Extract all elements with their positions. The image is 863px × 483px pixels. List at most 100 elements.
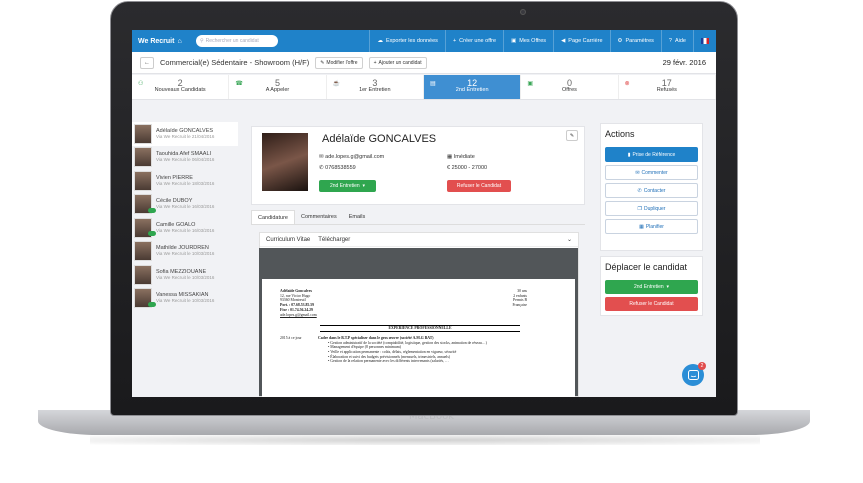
french-flag-icon (701, 38, 709, 44)
app-logo[interactable]: We Recruit ⌂ (132, 38, 196, 45)
pdf-viewer[interactable]: Adélaïde Goncalves 12, rue Victor Hugo 9… (259, 248, 578, 397)
chevron-down-icon[interactable]: ⌄ (567, 236, 572, 243)
candidate-item[interactable]: Sofia MEZZIOUANE Via We Recruit le 10/03/… (132, 263, 238, 287)
back-button[interactable]: ← (140, 56, 154, 69)
comment-button[interactable]: ✉ Commenter (605, 165, 698, 180)
download-link[interactable]: Télécharger (318, 237, 350, 243)
cv-title: Curriculum Vitae (266, 236, 311, 243)
stage-dropdown-button[interactable]: 2nd Entretien ▾ (319, 180, 376, 192)
nav-label: Exporter les données (385, 38, 438, 44)
action-label: Commenter (641, 169, 668, 176)
caret-down-icon: ▾ (362, 183, 366, 189)
laptop-shadow (90, 435, 760, 445)
candidate-phone[interactable]: ✆ 0768538559 (319, 165, 356, 171)
nav-settings[interactable]: ⚙ Paramètres (609, 30, 661, 52)
megaphone-icon: ◀ (561, 38, 566, 44)
candidate-meta: Via We Recruit le 16/03/2016 (156, 227, 215, 233)
briefcase-icon: ▣ (511, 38, 517, 44)
nav-export[interactable]: ☁ Exporter les données (369, 30, 444, 52)
stage-rejected[interactable]: ⊗ 17 Refusés (619, 75, 716, 99)
avatar (134, 241, 152, 262)
pencil-icon: ✎ (320, 59, 325, 66)
stage-to-call[interactable]: ☎ 5 A Appeler (229, 75, 327, 99)
caret-down-icon: ▾ (666, 284, 670, 290)
phone-card-icon: ☎ (235, 81, 243, 87)
stage-count: 5 (274, 78, 280, 88)
edit-offer-label: Modifier l'offre (326, 59, 358, 66)
reference-check-button[interactable]: ▮ Prise de Référence (605, 147, 698, 162)
calendar-icon: ▦ (447, 154, 454, 160)
tab-emails[interactable]: Emails (343, 210, 372, 224)
candidate-photo (262, 133, 308, 191)
cv-bullet: • Gestion de la relation permanente avec… (328, 359, 449, 364)
cv-email: ade.lopes.g@gmail.com (280, 312, 317, 317)
status-badge (148, 207, 156, 213)
candidate-item[interactable]: Vanessa MISSAKIAN Via We Recruit le 10/03… (132, 287, 238, 311)
stage-label: 2nd Entretien (455, 87, 489, 93)
stage-count: 3 (372, 78, 378, 88)
tab-application[interactable]: Candidature (251, 210, 295, 224)
candidate-email[interactable]: ✉ ade.lopes.g@gmail.com (319, 154, 384, 160)
cv-bullet-text: Élaboration et suivi des budgets prévisi… (330, 354, 451, 359)
candidate-item[interactable]: Vivien PIERRE Via We Recruit le 18/03/201… (132, 169, 238, 193)
coffee-icon: ☕ (332, 81, 341, 87)
move-stage-dropdown[interactable]: 2nd Entretien ▾ (605, 280, 698, 294)
nav-create-offer[interactable]: + Créer une offre (444, 30, 503, 52)
candidate-name: Adélaïde GONCALVES (156, 127, 214, 134)
stage-second-interview[interactable]: ▤ 12 2nd Entretien (423, 75, 522, 99)
tab-comments[interactable]: Commentaires (295, 210, 343, 224)
copy-icon: ❐ (637, 205, 643, 212)
search-icon: ⚲ (200, 38, 204, 44)
avatar (134, 264, 152, 285)
bookmark-icon: ▮ (627, 151, 631, 158)
app-screen: We Recruit ⌂ ⚲ Rechercher un candidat ☁ … (132, 30, 716, 397)
contact-button[interactable]: ✆ Contacter (605, 183, 698, 198)
cv-header: Curriculum Vitae Télécharger ⌄ (260, 233, 578, 247)
candidate-item[interactable]: Adélaïde GONCALVES Via We Recruit le 21/0… (132, 122, 238, 146)
stage-new[interactable]: ⚇ 2 Nouveaux Candidats (132, 75, 230, 99)
home-icon: ⌂ (177, 37, 182, 45)
edit-profile-button[interactable]: ✎ (566, 130, 578, 141)
candidate-availability: ▦ Imédiate (447, 154, 475, 160)
chat-badge: 2 (698, 362, 706, 370)
edit-offer-button[interactable]: ✎ Modifier l'offre (315, 56, 363, 69)
nav-menu: ☁ Exporter les données + Créer une offre… (369, 30, 716, 52)
email-text: ade.lopes.g@gmail.com (325, 154, 385, 160)
stage-label: Nouveaux Candidats (154, 87, 206, 93)
candidate-item[interactable]: Camille GOALO Via We Recruit le 16/03/201… (132, 216, 238, 240)
stage-offers[interactable]: ▣ 0 Offres (521, 75, 619, 99)
move-reject-button[interactable]: Refuser le Candidat (605, 297, 698, 311)
users-icon: ⚇ (138, 81, 144, 87)
avatar (134, 147, 152, 168)
candidate-item[interactable]: Mathilde JOURDREN Via We Recruit le 10/03… (132, 240, 238, 264)
cv-fix: Fixe : 01.74.56.24.29 (280, 307, 313, 312)
stage-first-interview[interactable]: ☕ 3 1er Entretien (327, 75, 424, 99)
candidate-item[interactable]: Cécile DUBOY Via We Recruit le 16/03/2016 (132, 193, 238, 217)
stage-count: 17 (661, 78, 672, 88)
help-icon: ? (668, 38, 672, 44)
top-navbar: We Recruit ⌂ ⚲ Rechercher un candidat ☁ … (132, 30, 716, 52)
candidate-meta: Via We Recruit le 21/04/2016 (156, 133, 215, 139)
add-candidate-button[interactable]: + Ajouter un candidat (368, 56, 427, 69)
candidate-item[interactable]: Taouhida Afef SMAALI Via We Recruit le 06… (132, 146, 238, 170)
search-input[interactable]: ⚲ Rechercher un candidat (196, 35, 278, 47)
plus-icon: + (373, 59, 377, 66)
move-title: Déplacer le candidat (605, 262, 688, 272)
nav-label: Créer une offre (459, 38, 497, 44)
calendar-icon: ▦ (639, 223, 644, 230)
nav-label: Paramètres (625, 38, 654, 44)
nav-help[interactable]: ? Aide (660, 30, 693, 52)
phone-text: 0768538559 (325, 165, 356, 171)
nav-my-offers[interactable]: ▣ Mes Offres (503, 30, 553, 52)
schedule-button[interactable]: ▦ Planifier (605, 219, 698, 234)
reject-candidate-button[interactable]: Refuser le Candidat (447, 180, 511, 192)
cv-name: Adélaïde Goncalves (280, 289, 312, 293)
nav-career-page[interactable]: ◀ Page Carrière (553, 30, 609, 52)
stage-count: 2 (177, 78, 183, 88)
candidate-meta: Via We Recruit le 10/03/2016 (156, 274, 215, 280)
stage-count: 12 (467, 78, 478, 88)
actions-title: Actions (605, 129, 635, 139)
avatar (134, 170, 152, 191)
duplicate-button[interactable]: ❐ Dupliquer (605, 201, 698, 216)
language-selector[interactable] (693, 30, 716, 52)
